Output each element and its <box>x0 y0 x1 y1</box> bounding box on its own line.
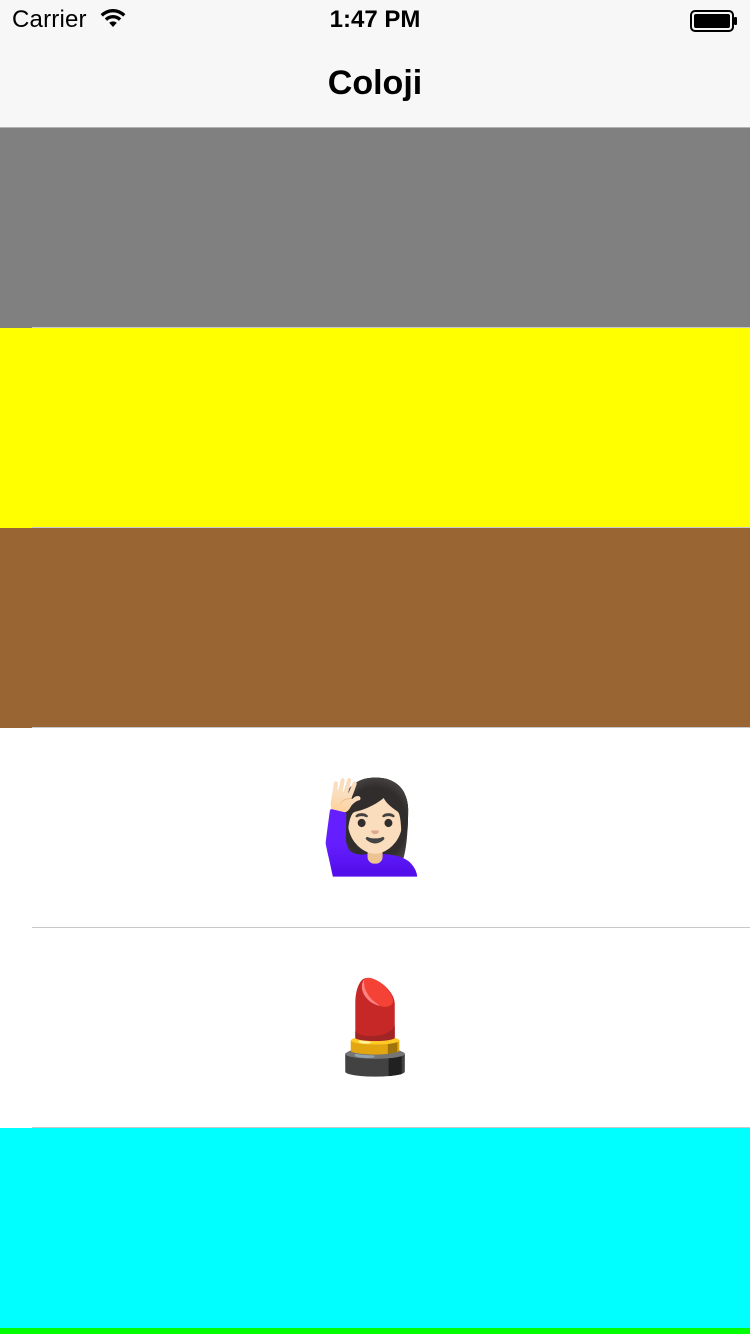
navigation-bar: Coloji <box>0 40 750 128</box>
emoji-cell-lipstick[interactable]: 💄 <box>0 928 750 1128</box>
nav-title: Coloji <box>327 64 423 102</box>
color-cell-brown[interactable] <box>0 528 750 728</box>
color-cell-green[interactable] <box>0 1328 750 1334</box>
lipstick-emoji: 💄 <box>318 978 432 1078</box>
app-screen: Carrier 1:47 PM Coloji 🙋🏻‍♀️ 💄 <box>0 0 750 1334</box>
coloji-table[interactable]: 🙋🏻‍♀️ 💄 <box>0 128 750 1328</box>
color-cell-yellow[interactable] <box>0 328 750 528</box>
battery-icon <box>690 10 738 32</box>
color-cell-gray[interactable] <box>0 128 750 328</box>
emoji-cell-raising-hand[interactable]: 🙋🏻‍♀️ <box>0 728 750 928</box>
color-cell-cyan[interactable] <box>0 1128 750 1328</box>
woman-raising-hand-emoji: 🙋🏻‍♀️ <box>318 778 432 878</box>
status-bar: Carrier 1:47 PM <box>0 0 750 40</box>
status-time: 1:47 PM <box>329 6 421 33</box>
